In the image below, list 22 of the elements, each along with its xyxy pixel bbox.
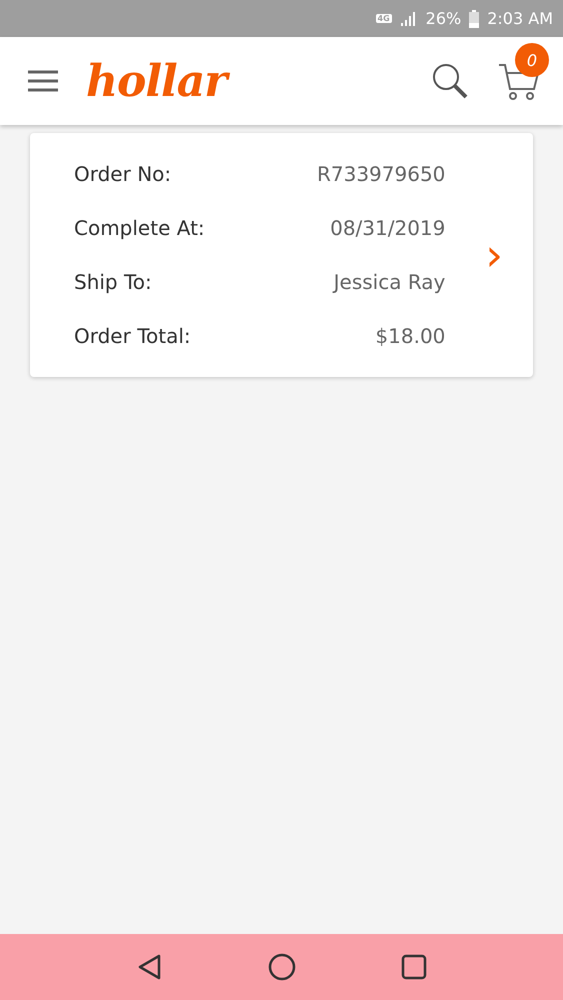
menu-icon[interactable]	[28, 70, 58, 92]
field-value: $18.00	[375, 324, 446, 348]
field-value: Jessica Ray	[334, 270, 446, 294]
field-label: Complete At:	[74, 216, 205, 240]
battery-icon	[469, 10, 480, 28]
cart-button[interactable]: 0	[497, 43, 549, 103]
back-icon[interactable]	[136, 953, 162, 981]
field-value: 08/31/2019	[330, 216, 446, 240]
chevron-icon[interactable]: ›	[485, 230, 503, 280]
recents-icon[interactable]	[400, 954, 426, 980]
field-label: Order Total:	[74, 324, 191, 348]
field-value: R733979650	[316, 162, 446, 186]
cart-count-badge: 0	[515, 43, 549, 77]
network-type: 4G	[376, 14, 392, 23]
search-icon[interactable]	[431, 62, 469, 100]
field-label: Ship To:	[74, 270, 152, 294]
signal-icon	[400, 10, 418, 26]
field-label: Order No:	[74, 162, 172, 186]
battery-percent: 26%	[426, 9, 462, 28]
home-icon[interactable]	[268, 953, 296, 981]
order-card[interactable]: Order No: R733979650 Complete At: 08/31/2019 Ship To: Jessica Ray Order Total: $18.00 ›	[30, 133, 533, 377]
clock: 2:03 AM	[487, 9, 553, 28]
